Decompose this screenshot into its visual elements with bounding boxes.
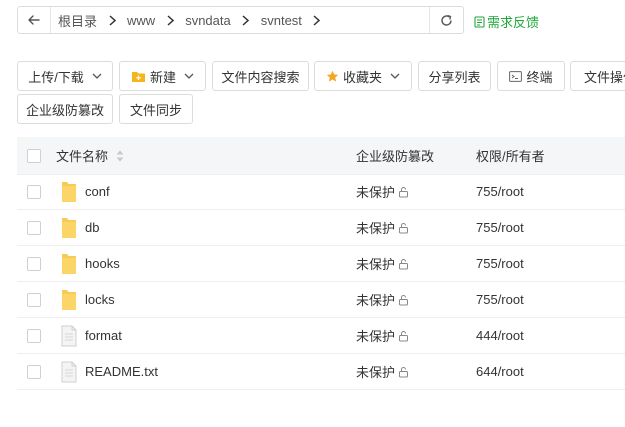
row-checkbox[interactable] <box>27 365 41 379</box>
column-header-name-label: 文件名称 <box>56 149 109 164</box>
chevron-right-icon <box>231 7 261 33</box>
permission-owner[interactable]: 644/root <box>476 354 524 389</box>
permission-owner[interactable]: 444/root <box>476 318 524 353</box>
tamper-protect-button[interactable]: 企业级防篡改 <box>17 94 113 124</box>
file-name[interactable]: locks <box>85 282 115 317</box>
star-icon <box>326 70 339 83</box>
content-search-label: 文件内容搜索 <box>221 69 300 85</box>
chevron-right-icon <box>155 7 185 33</box>
breadcrumb: 根目录 www svndata svntest <box>50 7 429 33</box>
folder-icon <box>60 253 78 275</box>
row-checkbox[interactable] <box>27 293 41 307</box>
file-icon <box>60 361 78 383</box>
file-name[interactable]: README.txt <box>85 354 158 389</box>
file-name[interactable]: hooks <box>85 246 120 281</box>
file-name[interactable]: conf <box>85 174 110 209</box>
table-row[interactable]: README.txt 未保护 644/root <box>17 354 625 390</box>
file-ops-button[interactable]: 文件操作 <box>570 61 625 91</box>
chevron-down-icon <box>390 73 400 79</box>
chevron-right-icon <box>302 7 332 33</box>
lock-icon <box>397 366 409 378</box>
tamper-status-label: 未保护 <box>356 329 396 344</box>
file-name[interactable]: db <box>85 210 99 245</box>
breadcrumb-www[interactable]: www <box>127 13 155 28</box>
content-search-button[interactable]: 文件内容搜索 <box>212 61 309 91</box>
sort-icon <box>116 150 124 161</box>
row-checkbox[interactable] <box>27 329 41 343</box>
share-list-button[interactable]: 分享列表 <box>418 61 491 91</box>
feedback-icon <box>474 15 485 28</box>
row-checkbox[interactable] <box>27 185 41 199</box>
chevron-down-icon <box>92 73 102 79</box>
lock-icon <box>397 330 409 342</box>
terminal-button[interactable]: 终端 <box>497 61 565 91</box>
permission-owner[interactable]: 755/root <box>476 210 524 245</box>
feedback-link[interactable]: 需求反馈 <box>474 12 539 31</box>
folder-icon <box>60 217 78 239</box>
row-checkbox[interactable] <box>27 257 41 271</box>
permission-owner[interactable]: 755/root <box>476 282 524 317</box>
table-row[interactable]: format 未保护 444/root <box>17 318 625 354</box>
new-button[interactable]: 新建 <box>119 61 206 91</box>
permission-owner[interactable]: 755/root <box>476 174 524 209</box>
new-label: 新建 <box>149 69 176 85</box>
file-sync-label: 文件同步 <box>129 102 182 118</box>
folder-icon <box>60 289 78 311</box>
column-header-tamper: 企业级防篡改 <box>356 149 435 164</box>
tamper-status[interactable]: 未保护 <box>356 354 409 389</box>
file-sync-button[interactable]: 文件同步 <box>119 94 193 124</box>
column-header-permission: 权限/所有者 <box>476 149 545 164</box>
tamper-status[interactable]: 未保护 <box>356 318 409 353</box>
tamper-status[interactable]: 未保护 <box>356 282 409 317</box>
table-header: 文件名称 企业级防篡改 权限/所有者 <box>17 137 625 175</box>
terminal-icon <box>509 70 523 82</box>
tamper-status[interactable]: 未保护 <box>356 174 409 209</box>
file-ops-label: 文件操作 <box>584 69 625 85</box>
table-row[interactable]: hooks 未保护 755/root <box>17 246 625 282</box>
tamper-status-label: 未保护 <box>356 257 396 272</box>
share-list-label: 分享列表 <box>428 69 481 85</box>
tamper-status[interactable]: 未保护 <box>356 246 409 281</box>
breadcrumb-svndata[interactable]: svndata <box>185 13 231 28</box>
tamper-status-label: 未保护 <box>356 293 396 308</box>
chevron-right-icon <box>97 7 127 33</box>
tamper-status-label: 未保护 <box>356 365 396 380</box>
lock-icon <box>397 258 409 270</box>
lock-icon <box>397 294 409 306</box>
favorites-label: 收藏夹 <box>342 69 382 85</box>
favorites-button[interactable]: 收藏夹 <box>314 61 412 91</box>
back-arrow-icon <box>28 15 40 25</box>
upload-download-label: 上传/下载 <box>28 69 84 85</box>
terminal-label: 终端 <box>526 69 553 85</box>
lock-icon <box>397 186 409 198</box>
tamper-status-label: 未保护 <box>356 185 396 200</box>
new-folder-icon <box>131 70 146 83</box>
upload-download-button[interactable]: 上传/下载 <box>17 61 113 91</box>
breadcrumb-root[interactable]: 根目录 <box>58 11 97 30</box>
row-checkbox[interactable] <box>27 221 41 235</box>
address-bar: 根目录 www svndata svntest <box>17 6 464 34</box>
permission-owner[interactable]: 755/root <box>476 246 524 281</box>
feedback-label: 需求反馈 <box>487 15 540 30</box>
table-row[interactable]: conf 未保护 755/root <box>17 174 625 210</box>
tamper-status[interactable]: 未保护 <box>356 210 409 245</box>
column-header-name[interactable]: 文件名称 <box>56 137 124 174</box>
tamper-status-label: 未保护 <box>356 221 396 236</box>
file-name[interactable]: format <box>85 318 122 353</box>
table-row[interactable]: db 未保护 755/root <box>17 210 625 246</box>
refresh-icon <box>441 14 452 26</box>
folder-icon <box>60 181 78 203</box>
lock-icon <box>397 222 409 234</box>
breadcrumb-svntest[interactable]: svntest <box>261 13 302 28</box>
chevron-down-icon <box>184 73 194 79</box>
table-row[interactable]: locks 未保护 755/root <box>17 282 625 318</box>
select-all-checkbox[interactable] <box>27 149 41 163</box>
back-button[interactable] <box>18 7 51 33</box>
file-icon <box>60 325 78 347</box>
tamper-protect-label: 企业级防篡改 <box>26 102 105 118</box>
refresh-button[interactable] <box>429 7 463 33</box>
